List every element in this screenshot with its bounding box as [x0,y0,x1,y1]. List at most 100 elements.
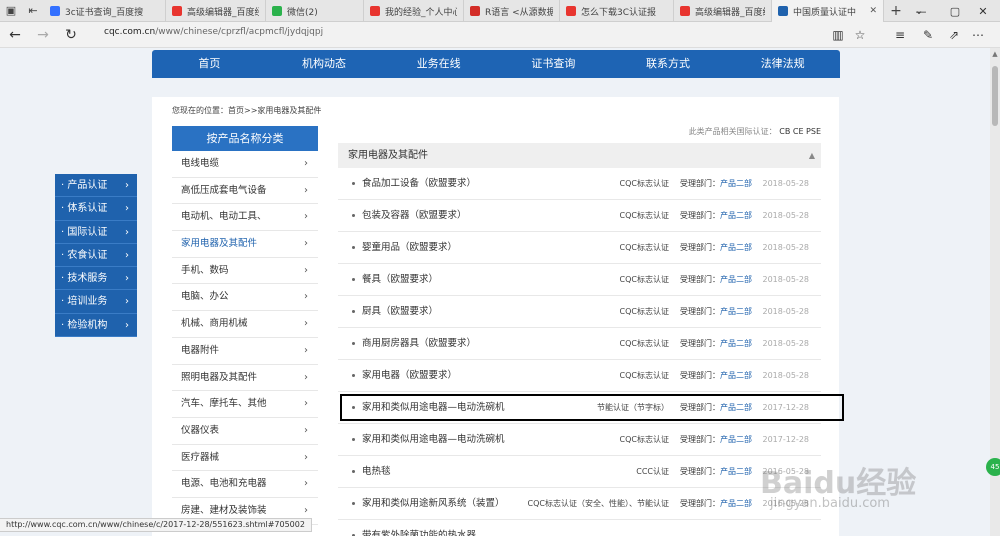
item-title-link[interactable]: 家用和类似用途新风系统（装置） [362,488,505,520]
browser-tab[interactable]: 中国质量认证中 ✕ [772,0,884,22]
bullet-icon [352,438,355,441]
category-label: 房建、建材及装饰装 [181,504,267,516]
nav-item[interactable]: 业务在线 [381,50,496,78]
reading-view-icon[interactable]: ▥ [828,26,848,44]
department-value[interactable]: 产品二部 [720,339,752,348]
chevron-right-icon: › [125,273,129,285]
item-title-link[interactable]: 厨具（欧盟要求） [362,296,438,328]
nav-item[interactable]: 证书查询 [496,50,611,78]
department-value[interactable]: 产品二部 [720,307,752,316]
collapse-caret-icon[interactable]: ▲ [809,143,815,168]
category-item[interactable]: 电源、电池和充电器 › [172,471,318,498]
tab-manager-icon[interactable]: ▣ [0,0,22,21]
category-item[interactable]: 电脑、办公 › [172,284,318,312]
item-cert-type: CQC标志认证 [619,435,669,444]
category-label: 电源、电池和充电器 [181,478,267,490]
chevron-right-icon: › [304,291,308,303]
category-label: 电器附件 [181,344,220,356]
category-label: 高低压成套电气设备 [181,184,267,196]
tab-favicon-icon [50,6,60,16]
browser-tab[interactable]: 高级编辑器_百度经 [674,0,772,22]
forward-arrow-icon[interactable]: → [32,25,54,45]
close-tab-icon[interactable]: ✕ [869,6,877,16]
department-value[interactable]: 产品二部 [720,275,752,284]
item-cert-type: CCC认证 [636,467,669,476]
item-department: 受理部门：产品二部 [680,328,752,360]
item-title-link[interactable]: 家用电器（欧盟要求） [362,360,457,392]
category-item[interactable]: 照明电器及其配件 › [172,364,318,392]
minimize-icon[interactable]: — [904,0,938,22]
back-tabs-icon[interactable]: ⇤ [22,0,44,21]
department-value[interactable]: 产品二部 [720,211,752,220]
side-menu-item[interactable]: · 检验机构 › [55,314,137,338]
close-window-icon[interactable]: ✕ [966,0,1000,22]
hub-icon[interactable]: ≡ [890,26,910,44]
browser-tab[interactable]: 微信(2) [266,0,364,22]
side-menu-item[interactable]: · 国际认证 › [55,221,137,244]
url-field[interactable]: cqc.com.cn/www/chinese/cprzfl/acpmcfl/jy… [104,27,323,37]
bullet-icon [352,246,355,249]
item-department: 受理部门：产品二部 [680,168,752,200]
item-title-link[interactable]: 家用和类似用途电器—电动洗碗机 [362,424,505,456]
scroll-thumb[interactable] [992,66,998,126]
department-value[interactable]: 产品二部 [720,499,752,508]
chevron-right-icon: › [304,318,308,330]
item-title-link[interactable]: 商用厨房器具（欧盟要求） [362,328,476,360]
department-value[interactable]: 产品二部 [720,243,752,252]
back-arrow-icon[interactable]: ← [4,25,26,45]
side-menu-item[interactable]: · 技术服务 › [55,267,137,291]
item-title-link[interactable]: 带有紫外除菌功能的热水器 [362,520,476,536]
category-item[interactable]: 手机、数码 › [172,257,318,285]
category-item[interactable]: 汽车、摩托车、其他 › [172,391,318,418]
item-cert-type: CQC标志认证 [619,243,669,252]
side-menu-item[interactable]: · 培训业务 › [55,290,137,314]
browser-tab[interactable]: 3c证书查询_百度搜 [44,0,166,22]
list-item: 商用厨房器具（欧盟要求） CQC标志认证 受理部门：产品二部 2018-05-28 [338,328,821,360]
category-item[interactable]: 医疗器械 › [172,444,318,472]
web-note-icon[interactable]: ✎ [918,26,938,44]
category-item[interactable]: 电动机、电动工具、 › [172,204,318,232]
category-item[interactable]: 仪器仪表 › [172,417,318,445]
nav-item[interactable]: 联系方式 [611,50,726,78]
department-value[interactable]: 产品二部 [720,179,752,188]
category-item[interactable]: 家用电器及其配件 › [172,231,318,258]
category-item[interactable]: 机械、商用机械 › [172,311,318,338]
department-value[interactable]: 产品二部 [720,435,752,444]
nav-item[interactable]: 机构动态 [267,50,382,78]
item-title-link[interactable]: 餐具（欧盟要求） [362,264,438,296]
nav-item[interactable]: 法律法规 [725,50,840,78]
department-label: 受理部门： [680,307,720,316]
item-title-link[interactable]: 食品加工设备（欧盟要求） [362,168,476,200]
item-title-link[interactable]: 婴童用品（欧盟要求） [362,232,457,264]
list-item: 厨具（欧盟要求） CQC标志认证 受理部门：产品二部 2018-05-28 [338,296,821,328]
department-label: 受理部门： [680,243,720,252]
more-icon[interactable]: ⋯ [968,26,988,44]
favorite-star-icon[interactable]: ☆ [850,26,870,44]
browser-tab[interactable]: R语言 <从源数据选 [464,0,560,22]
category-menu-header: 按产品名称分类 [172,126,318,151]
floating-badge[interactable]: 45 [986,458,1000,476]
browser-tab[interactable]: 我的经验_个人中心 [364,0,464,22]
share-icon[interactable]: ⇗ [944,26,964,44]
item-cert-type: CQC标志认证 [619,275,669,284]
item-title-link[interactable]: 电热毯 [362,456,391,488]
browser-tab-bar: ▣ ⇤ 3c证书查询_百度搜 高级编辑器_百度经 微信(2) 我的经验_个人中心 R语言… [0,0,1000,22]
scroll-up-icon[interactable]: ▲ [990,50,1000,60]
category-item[interactable]: 高低压成套电气设备 › [172,177,318,205]
nav-item[interactable]: 首页 [152,50,267,78]
side-menu-item[interactable]: · 产品认证 › [55,174,137,198]
browser-tab[interactable]: 怎么下载3C认证报 [560,0,674,22]
tab-favicon-icon [566,6,576,16]
category-item[interactable]: 电线电缆 › [172,151,318,178]
category-item[interactable]: 电器附件 › [172,337,318,365]
department-value[interactable]: 产品二部 [720,467,752,476]
department-label: 受理部门： [680,499,720,508]
side-menu-item[interactable]: · 农食认证 › [55,244,137,268]
browser-tab[interactable]: 高级编辑器_百度经 [166,0,266,22]
refresh-icon[interactable]: ↻ [60,25,82,45]
item-title-link[interactable]: 包装及容器（欧盟要求） [362,200,467,232]
side-menu-item[interactable]: · 体系认证 › [55,197,137,221]
list-item: 家用和类似用途电器—电动洗碗机 CQC标志认证 受理部门：产品二部 2017-12-2… [338,424,821,456]
tab-label: 微信(2) [287,7,318,18]
department-value[interactable]: 产品二部 [720,371,752,380]
